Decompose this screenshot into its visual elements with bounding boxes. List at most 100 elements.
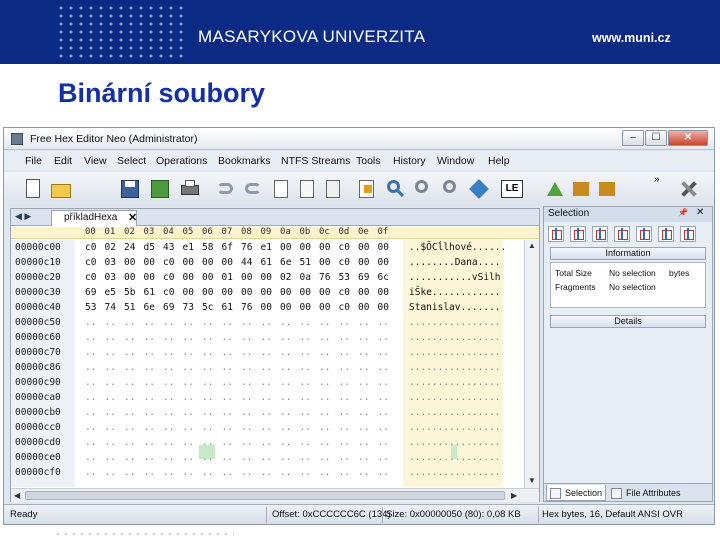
hex-byte[interactable]: 00 (319, 302, 330, 313)
hex-byte[interactable]: c0 (163, 287, 174, 298)
hex-byte[interactable]: 76 (319, 272, 330, 283)
hex-byte[interactable]: 51 (124, 302, 135, 313)
hex-byte[interactable]: .. (241, 362, 252, 373)
hex-byte[interactable]: .. (280, 362, 291, 373)
hex-byte[interactable]: .. (105, 332, 116, 343)
hex-byte[interactable]: 00 (183, 287, 194, 298)
hex-byte[interactable]: .. (358, 467, 369, 478)
hex-byte[interactable]: .. (378, 392, 389, 403)
hex-byte[interactable]: 00 (358, 302, 369, 313)
hex-byte[interactable]: 02 (105, 242, 116, 253)
hex-byte[interactable]: .. (378, 317, 389, 328)
hex-byte[interactable]: .. (378, 467, 389, 478)
hex-byte[interactable]: .. (241, 347, 252, 358)
hex-byte[interactable]: .. (300, 452, 311, 463)
hex-byte[interactable]: e1 (261, 242, 272, 253)
hex-byte[interactable]: .. (183, 467, 194, 478)
hex-byte[interactable]: .. (300, 467, 311, 478)
hex-byte[interactable]: .. (183, 437, 194, 448)
hex-byte[interactable]: 00 (144, 257, 155, 268)
hex-byte[interactable]: 02 (280, 272, 291, 283)
hex-byte[interactable]: .. (163, 317, 174, 328)
hex-byte[interactable]: .. (202, 332, 213, 343)
hex-byte[interactable]: 03 (105, 272, 116, 283)
tab-scroll-arrows[interactable]: ◀ ▶ (15, 211, 31, 222)
menu-bookmarks[interactable]: Bookmarks (218, 155, 271, 167)
hex-byte[interactable]: 69 (358, 272, 369, 283)
hex-byte[interactable]: .. (300, 392, 311, 403)
ascii-text[interactable]: iŠke............ (409, 287, 501, 298)
hex-row[interactable]: 00000c30 69 e5 5b 61 c0 00 00 00 00 00 00 00 00 c0 00 00… (11, 286, 521, 301)
hex-byte[interactable]: .. (300, 377, 311, 388)
paste-icon[interactable] (296, 178, 318, 200)
horizontal-scrollbar[interactable]: ◀ ▶ (11, 488, 539, 502)
hex-byte[interactable]: .. (124, 452, 135, 463)
hex-byte[interactable]: 00 (261, 287, 272, 298)
ascii-text[interactable]: ........Dana.... (409, 257, 501, 268)
hex-byte[interactable]: .. (202, 437, 213, 448)
hex-byte[interactable]: .. (339, 347, 350, 358)
hex-byte[interactable]: .. (105, 362, 116, 373)
hex-byte[interactable]: 00 (378, 242, 389, 253)
hex-byte[interactable]: .. (105, 407, 116, 418)
hex-byte[interactable]: .. (300, 422, 311, 433)
hex-byte[interactable]: 61 (261, 257, 272, 268)
hex-byte[interactable]: .. (105, 347, 116, 358)
vertical-scrollbar[interactable]: ▲ ▼ (524, 240, 539, 488)
ascii-text[interactable]: ................ (409, 317, 501, 328)
hex-byte[interactable]: .. (163, 347, 174, 358)
redo-icon[interactable] (242, 178, 264, 200)
hex-byte[interactable]: .. (300, 407, 311, 418)
ascii-text[interactable]: ................ (409, 452, 501, 463)
hex-byte[interactable]: .. (241, 452, 252, 463)
hex-byte[interactable]: .. (280, 422, 291, 433)
select-sub-icon[interactable] (658, 226, 674, 242)
maximize-button[interactable]: ☐ (645, 130, 667, 146)
menu-help[interactable]: Help (488, 155, 510, 167)
hex-byte[interactable]: c0 (163, 257, 174, 268)
hex-byte[interactable]: .. (183, 422, 194, 433)
hex-byte[interactable]: 76 (241, 242, 252, 253)
hex-byte[interactable]: .. (358, 392, 369, 403)
hex-byte[interactable]: 0a (300, 272, 311, 283)
hex-byte[interactable]: 73 (183, 302, 194, 313)
hex-byte[interactable]: 69 (163, 302, 174, 313)
hex-byte[interactable]: c0 (85, 272, 96, 283)
hex-byte[interactable]: .. (202, 452, 213, 463)
print-icon[interactable] (179, 178, 201, 200)
menu-file[interactable]: File (25, 155, 42, 167)
menu-window[interactable]: Window (437, 155, 474, 167)
hex-byte[interactable]: .. (280, 407, 291, 418)
hex-byte[interactable]: .. (124, 437, 135, 448)
hex-byte[interactable]: .. (241, 392, 252, 403)
hex-byte[interactable]: .. (261, 362, 272, 373)
hex-byte[interactable]: 00 (319, 287, 330, 298)
hex-byte[interactable]: 00 (261, 272, 272, 283)
hex-byte[interactable]: .. (241, 467, 252, 478)
hex-byte[interactable]: .. (319, 392, 330, 403)
hex-byte[interactable]: .. (378, 347, 389, 358)
menu-tools[interactable]: Tools (356, 155, 381, 167)
hex-byte[interactable]: .. (202, 362, 213, 373)
hex-byte[interactable]: 44 (241, 257, 252, 268)
hex-byte[interactable]: 00 (241, 287, 252, 298)
select-block-icon[interactable] (548, 226, 564, 242)
hex-byte[interactable]: .. (378, 407, 389, 418)
panel-close-icon[interactable]: ✕ (696, 207, 704, 218)
hex-byte[interactable]: .. (202, 407, 213, 418)
hex-byte[interactable]: .. (339, 317, 350, 328)
hex-byte[interactable]: .. (105, 317, 116, 328)
hex-byte[interactable]: .. (183, 362, 194, 373)
hex-byte[interactable]: .. (85, 317, 96, 328)
tab-selection[interactable]: Selection (546, 485, 606, 501)
hex-byte[interactable]: 00 (300, 302, 311, 313)
hex-byte[interactable]: .. (144, 362, 155, 373)
hex-byte[interactable]: .. (144, 437, 155, 448)
hex-byte[interactable]: 00 (202, 287, 213, 298)
hex-row[interactable]: 00000cd0................................… (11, 436, 521, 451)
hex-byte[interactable]: .. (339, 377, 350, 388)
hex-byte[interactable]: .. (124, 362, 135, 373)
toolbar-overflow-icon[interactable]: » (654, 174, 660, 185)
hex-row[interactable]: 00000c86................................… (11, 361, 521, 376)
hex-byte[interactable]: .. (358, 347, 369, 358)
